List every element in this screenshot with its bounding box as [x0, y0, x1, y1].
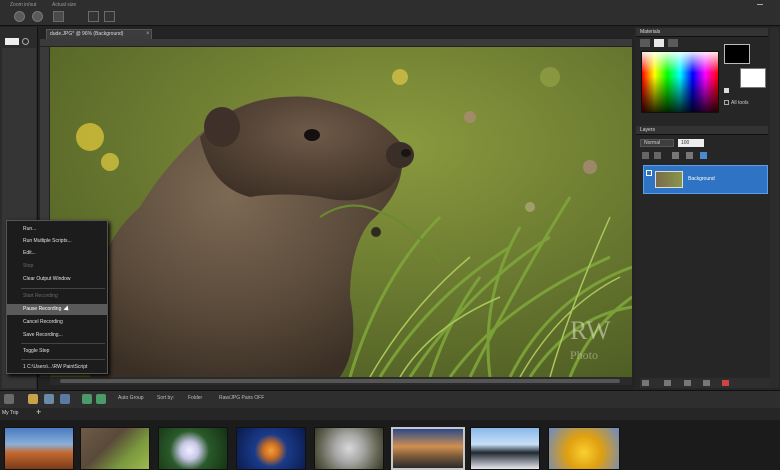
zoom-label: Zoom in/out: [10, 2, 37, 8]
folder-sort-select[interactable]: Folder: [188, 395, 202, 401]
app-window: Zoom in/out Actual size dude.JPG* @ 96% …: [0, 0, 780, 470]
menu-item-recent-script[interactable]: 1 C:\Users\...\RW PaintScript: [7, 362, 107, 373]
script-context-menu: Run... Run Multiple Scripts... Edit... S…: [6, 220, 108, 374]
layer-group-icon[interactable]: [654, 152, 661, 159]
layer-new-icon[interactable]: [642, 152, 649, 159]
brush-icon[interactable]: [664, 380, 671, 386]
collection-bar: [0, 408, 780, 420]
thumbnail-jellyfish[interactable]: [236, 427, 306, 470]
new-layer-icon[interactable]: [642, 380, 649, 386]
layer-style-icon[interactable]: [700, 152, 707, 159]
menu-separator: [21, 343, 105, 344]
thumbnail-koala[interactable]: [314, 427, 384, 470]
raw-jpg-filter[interactable]: Raw/JPG Pairs OFF: [219, 395, 264, 401]
layer-thumbnail: [655, 171, 683, 188]
menu-item-stop[interactable]: Stop: [7, 261, 107, 272]
delete-layer-icon[interactable]: [722, 380, 729, 386]
menu-item-save-recording[interactable]: Save Recording...: [7, 330, 107, 341]
watermark-photo: Photo: [570, 348, 598, 362]
link-icon[interactable]: [672, 152, 679, 159]
sort-by-label[interactable]: Sort by:: [157, 395, 174, 401]
background-color-swatch[interactable]: [740, 68, 766, 88]
menu-item-run-multiple[interactable]: Run Multiple Scripts...: [7, 236, 107, 247]
swap-colors-icon[interactable]: [724, 88, 729, 93]
zoom-out-icon[interactable]: [32, 11, 43, 22]
materials-panel-title: Materials: [636, 28, 768, 37]
image-canvas[interactable]: RW Photo: [50, 47, 632, 377]
mask-icon[interactable]: [684, 380, 691, 386]
rotate-right-icon[interactable]: [96, 394, 106, 404]
menu-item-cancel-recording[interactable]: Cancel Recording: [7, 317, 107, 328]
zoom-in-icon[interactable]: [14, 11, 25, 22]
adjust-icon[interactable]: [703, 380, 710, 386]
auto-group-button[interactable]: Auto Group: [118, 395, 144, 401]
blend-mode-select[interactable]: Normal: [640, 139, 674, 147]
menu-separator: [21, 288, 105, 289]
layer-visibility-icon[interactable]: [646, 170, 652, 176]
add-collection-icon[interactable]: +: [36, 407, 41, 417]
menu-item-clear-output[interactable]: Clear Output Window: [7, 274, 107, 285]
materials-rainbow-icon[interactable]: [654, 39, 664, 47]
menu-item-pause-recording[interactable]: Pause Recording: [7, 304, 107, 315]
menu-item-edit[interactable]: Edit...: [7, 248, 107, 259]
scrollbar-thumb[interactable]: [60, 379, 620, 383]
thumbnail-castle[interactable]: [391, 427, 465, 470]
rotate-left-icon[interactable]: [82, 394, 92, 404]
thumbnail-flowers[interactable]: [158, 427, 228, 470]
layer-name: Background: [688, 176, 715, 182]
organizer-home-icon[interactable]: [4, 394, 14, 404]
thumbnail-canyon[interactable]: [4, 427, 74, 470]
all-tools-checkbox[interactable]: [724, 100, 729, 105]
layers-panel-title: Layers: [636, 126, 768, 135]
actual-size-icon[interactable]: [53, 11, 64, 22]
thumbnail-tulips[interactable]: [548, 427, 620, 470]
menu-item-start-recording[interactable]: Start Recording: [7, 291, 107, 302]
organizer-toolbar: [0, 390, 780, 408]
menu-separator: [21, 359, 105, 360]
opacity-field[interactable]: 100: [678, 139, 704, 147]
close-tab-icon[interactable]: ×: [146, 31, 150, 37]
thumbnail-marmot[interactable]: [80, 427, 150, 470]
actual-size-label: Actual size: [52, 2, 77, 8]
thumbnail-penguins[interactable]: [470, 427, 540, 470]
collection-tab[interactable]: My Trip: [2, 410, 18, 416]
materials-frame-icon[interactable]: [640, 39, 650, 47]
right-edge-icon-strip: [770, 28, 779, 388]
ruler-horizontal: [40, 39, 632, 47]
menu-item-run[interactable]: Run...: [7, 224, 107, 235]
lock-icon[interactable]: [686, 152, 693, 159]
grid-icon[interactable]: [104, 11, 115, 22]
top-toolbar: Zoom in/out Actual size: [0, 0, 780, 26]
all-tools-label: All tools: [731, 100, 749, 106]
search-icon[interactable]: [22, 38, 29, 45]
document-tab[interactable]: dude.JPG* @ 96% (Background): [46, 29, 152, 39]
color-spectrum-picker[interactable]: [641, 51, 719, 113]
move-icon[interactable]: [88, 11, 99, 22]
materials-swatches-icon[interactable]: [668, 39, 678, 47]
palette-swatch-icon[interactable]: [5, 38, 19, 45]
foreground-color-swatch[interactable]: [724, 44, 750, 64]
minimize-icon[interactable]: [757, 4, 763, 8]
share-icon[interactable]: [44, 394, 54, 404]
folder-icon[interactable]: [28, 394, 38, 404]
watermark-rw: RW: [570, 316, 611, 345]
people-icon[interactable]: [60, 394, 70, 404]
marmot-photo: RW Photo: [50, 47, 632, 377]
menu-item-toggle-step[interactable]: Toggle Step: [7, 346, 107, 357]
